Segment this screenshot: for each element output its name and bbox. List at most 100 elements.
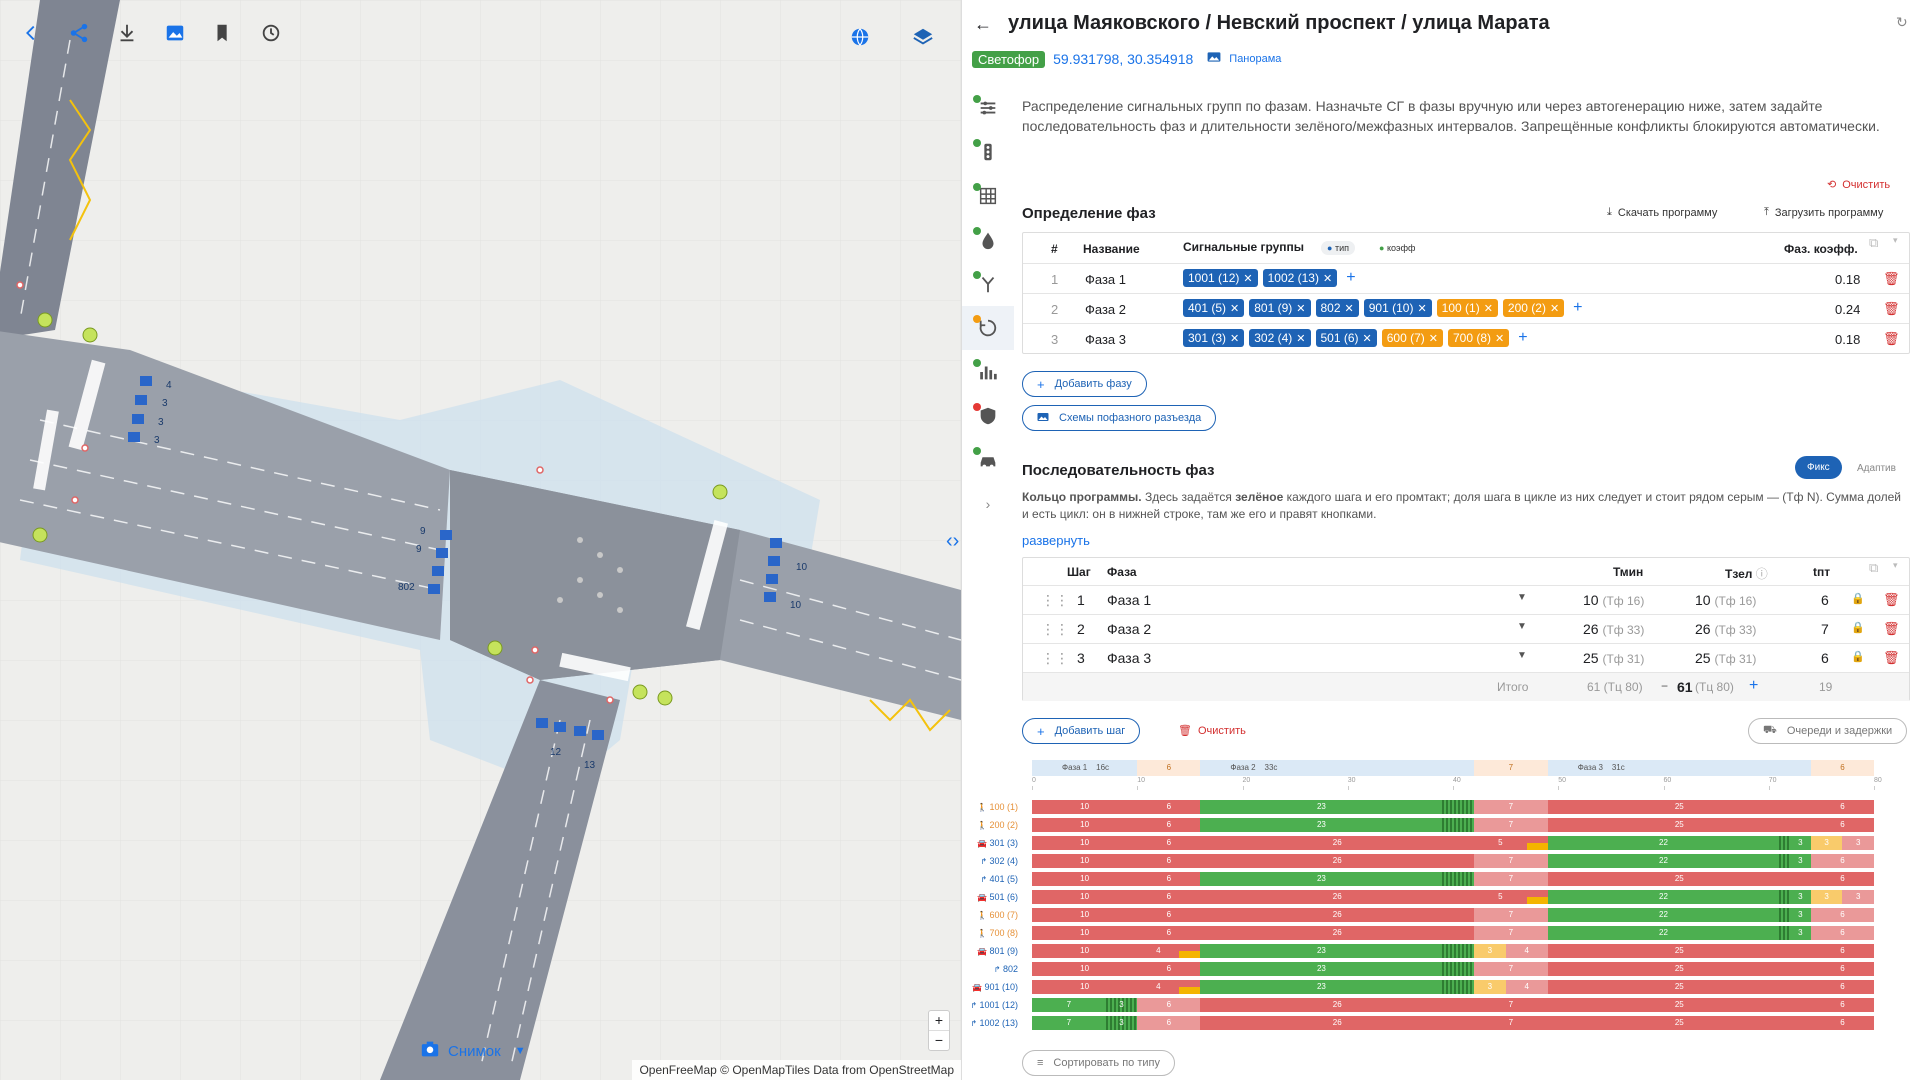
sg-chip[interactable]: 600 (7) ✕ (1381, 329, 1443, 347)
chevron-down-icon[interactable]: ▼ (1517, 621, 1527, 632)
add-sg-button[interactable]: + (1346, 269, 1355, 287)
mode-adaptive-toggle[interactable]: Адаптив (1857, 463, 1896, 474)
drag-handle-icon[interactable]: ⋮⋮ (1041, 621, 1069, 638)
sg-chip[interactable]: 401 (5) ✕ (1183, 299, 1245, 317)
phase-row[interactable]: 3 Фаза 3 301 (3) ✕ 302 (4) ✕ 501 (6) ✕ 600 (7) ✕ 7… (1023, 323, 1909, 353)
nav-transport[interactable] (962, 438, 1014, 482)
remove-chip-icon[interactable]: ✕ (1323, 272, 1332, 285)
history-icon[interactable] (256, 18, 286, 48)
remove-chip-icon[interactable]: ✕ (1429, 332, 1438, 345)
sg-chip[interactable]: 100 (1) ✕ (1436, 299, 1498, 317)
chevron-down-icon[interactable]: ▼ (1517, 650, 1527, 661)
remove-chip-icon[interactable]: ✕ (1345, 302, 1354, 315)
panorama-icon[interactable] (1207, 50, 1221, 68)
nav-stats[interactable] (962, 350, 1014, 394)
drag-handle-icon[interactable]: ⋮⋮ (1041, 592, 1069, 609)
step-phase-select[interactable]: Фаза 2 (1107, 621, 1151, 637)
delete-step-icon[interactable]: 🗑 (1883, 650, 1900, 666)
step-tgreen[interactable]: 25 (Тф 31) (1695, 650, 1756, 666)
nav-settings[interactable] (962, 86, 1014, 130)
zoom-out-button[interactable]: − (929, 1031, 949, 1050)
nav-conflicts[interactable] (962, 218, 1014, 262)
remove-chip-icon[interactable]: ✕ (1296, 332, 1305, 345)
drag-handle-icon[interactable]: ⋮⋮ (1041, 650, 1069, 667)
download-icon[interactable] (112, 18, 142, 48)
delete-step-icon[interactable]: 🗑 (1883, 621, 1900, 637)
sg-chip[interactable]: 1001 (12) ✕ (1183, 269, 1258, 287)
table-menu-chevron-icon[interactable]: ▾ (1893, 235, 1898, 246)
chevron-down-icon[interactable]: ▼ (515, 1045, 526, 1057)
remove-chip-icon[interactable]: ✕ (1363, 332, 1372, 345)
refresh-icon[interactable]: ↻ (1896, 14, 1908, 31)
back-chevron-icon[interactable] (16, 18, 46, 48)
download-program-button[interactable]: ⤓ Скачать программу (1607, 206, 1717, 219)
decrease-cycle-button[interactable]: − (1661, 679, 1668, 693)
nav-phases[interactable] (962, 306, 1014, 350)
queues-delays-button[interactable]: ⛟ Очереди и задержки (1748, 718, 1908, 744)
legend-type-toggle[interactable]: ● тип (1321, 241, 1355, 255)
expand-link[interactable]: развернуть (1022, 533, 1090, 548)
lock-icon[interactable]: 🔒 (1851, 650, 1865, 663)
nav-safety[interactable] (962, 394, 1014, 438)
remove-chip-icon[interactable]: ✕ (1417, 302, 1426, 315)
add-step-button[interactable]: + Добавить шаг (1022, 718, 1141, 744)
bookmark-add-icon[interactable] (208, 18, 238, 48)
add-sg-button[interactable]: + (1518, 329, 1527, 347)
lock-icon[interactable]: 🔒 (1851, 592, 1865, 605)
remove-chip-icon[interactable]: ✕ (1296, 302, 1305, 315)
nav-expand[interactable]: › (962, 482, 1014, 526)
chevron-down-icon[interactable]: ▼ (1517, 592, 1527, 603)
back-arrow-icon[interactable]: ← (974, 14, 992, 35)
panorama-link[interactable]: Панорама (1229, 53, 1281, 65)
remove-chip-icon[interactable]: ✕ (1230, 332, 1239, 345)
lock-icon[interactable]: 🔒 (1851, 621, 1865, 634)
delete-step-icon[interactable]: 🗑 (1883, 592, 1900, 608)
clear-steps-button[interactable]: 🗑 Очистить (1178, 724, 1246, 738)
intersection-map[interactable]: 4 3 3 3 9 9 802 10 10 12 13 (0, 0, 961, 1080)
globe-icon[interactable] (845, 22, 875, 52)
nav-routes[interactable] (962, 262, 1014, 306)
sg-chip[interactable]: 302 (4) ✕ (1249, 329, 1311, 347)
copy-icon[interactable]: ⧉ (1869, 235, 1878, 251)
image-icon[interactable] (160, 18, 190, 48)
snapshot-button[interactable]: Снимок ▼ (420, 1040, 526, 1062)
upload-program-button[interactable]: ⤒ Загрузить программу (1764, 206, 1883, 219)
sg-chip[interactable]: 801 (9) ✕ (1249, 299, 1311, 317)
step-tmin[interactable]: 10 (Тф 16) (1583, 592, 1644, 608)
sort-by-type-button[interactable]: ≡ Сортировать по типу (1022, 1050, 1175, 1076)
mode-fixed-toggle[interactable]: Фикс (1795, 456, 1842, 479)
step-tgreen[interactable]: 26 (Тф 33) (1695, 621, 1756, 637)
delete-phase-icon[interactable]: 🗑 (1883, 271, 1900, 287)
step-tgreen[interactable]: 10 (Тф 16) (1695, 592, 1756, 608)
step-tpt[interactable]: 6 (1821, 592, 1829, 608)
step-tpt[interactable]: 6 (1821, 650, 1829, 666)
step-row[interactable]: ⋮⋮ 2 Фаза 2 ▼ 26 (Тф 33) 26 (Тф 33) 7 🔒 🗑 (1023, 614, 1909, 643)
legend-coef-toggle[interactable]: ● коэфф (1379, 243, 1415, 253)
step-row[interactable]: ⋮⋮ 3 Фаза 3 ▼ 25 (Тф 31) 25 (Тф 31) 6 🔒 🗑 (1023, 643, 1909, 672)
nav-matrix[interactable] (962, 174, 1014, 218)
sg-chip[interactable]: 501 (6) ✕ (1315, 329, 1377, 347)
sg-chip[interactable]: 200 (2) ✕ (1502, 299, 1565, 317)
clear-all-button[interactable]: ⟲ Очистить (1827, 178, 1890, 192)
collapse-panel-icon[interactable]: ‹› (946, 530, 959, 553)
delete-phase-icon[interactable]: 🗑 (1883, 331, 1900, 347)
remove-chip-icon[interactable]: ✕ (1484, 302, 1493, 315)
delete-phase-icon[interactable]: 🗑 (1883, 301, 1900, 317)
remove-chip-icon[interactable]: ✕ (1230, 302, 1239, 315)
phase-schemes-button[interactable]: Схемы пофазного разъезда (1022, 405, 1217, 431)
step-tmin[interactable]: 26 (Тф 33) (1583, 621, 1644, 637)
map-attribution[interactable]: OpenFreeMap © OpenMapTiles Data from Ope… (632, 1060, 961, 1080)
step-phase-select[interactable]: Фаза 1 (1107, 592, 1151, 608)
step-row[interactable]: ⋮⋮ 1 Фаза 1 ▼ 10 (Тф 16) 10 (Тф 16) 6 🔒 🗑 (1023, 585, 1909, 614)
coordinates[interactable]: 59.931798, 30.354918 (1053, 51, 1193, 67)
sg-chip[interactable]: 901 (10) ✕ (1363, 299, 1432, 317)
table-menu-chevron-icon[interactable]: ▾ (1893, 560, 1898, 571)
sg-chip[interactable]: 1002 (13) ✕ (1262, 269, 1338, 287)
phase-row[interactable]: 2 Фаза 2 401 (5) ✕ 801 (9) ✕ 802 ✕ 901 (10) ✕ 100 … (1023, 293, 1909, 323)
step-tmin[interactable]: 25 (Тф 31) (1583, 650, 1644, 666)
sg-chip[interactable]: 301 (3) ✕ (1183, 329, 1245, 347)
nav-signals[interactable] (962, 130, 1014, 174)
sg-chip[interactable]: 700 (8) ✕ (1448, 329, 1510, 347)
increase-cycle-button[interactable]: + (1749, 677, 1758, 695)
copy-icon[interactable]: ⧉ (1869, 560, 1878, 576)
